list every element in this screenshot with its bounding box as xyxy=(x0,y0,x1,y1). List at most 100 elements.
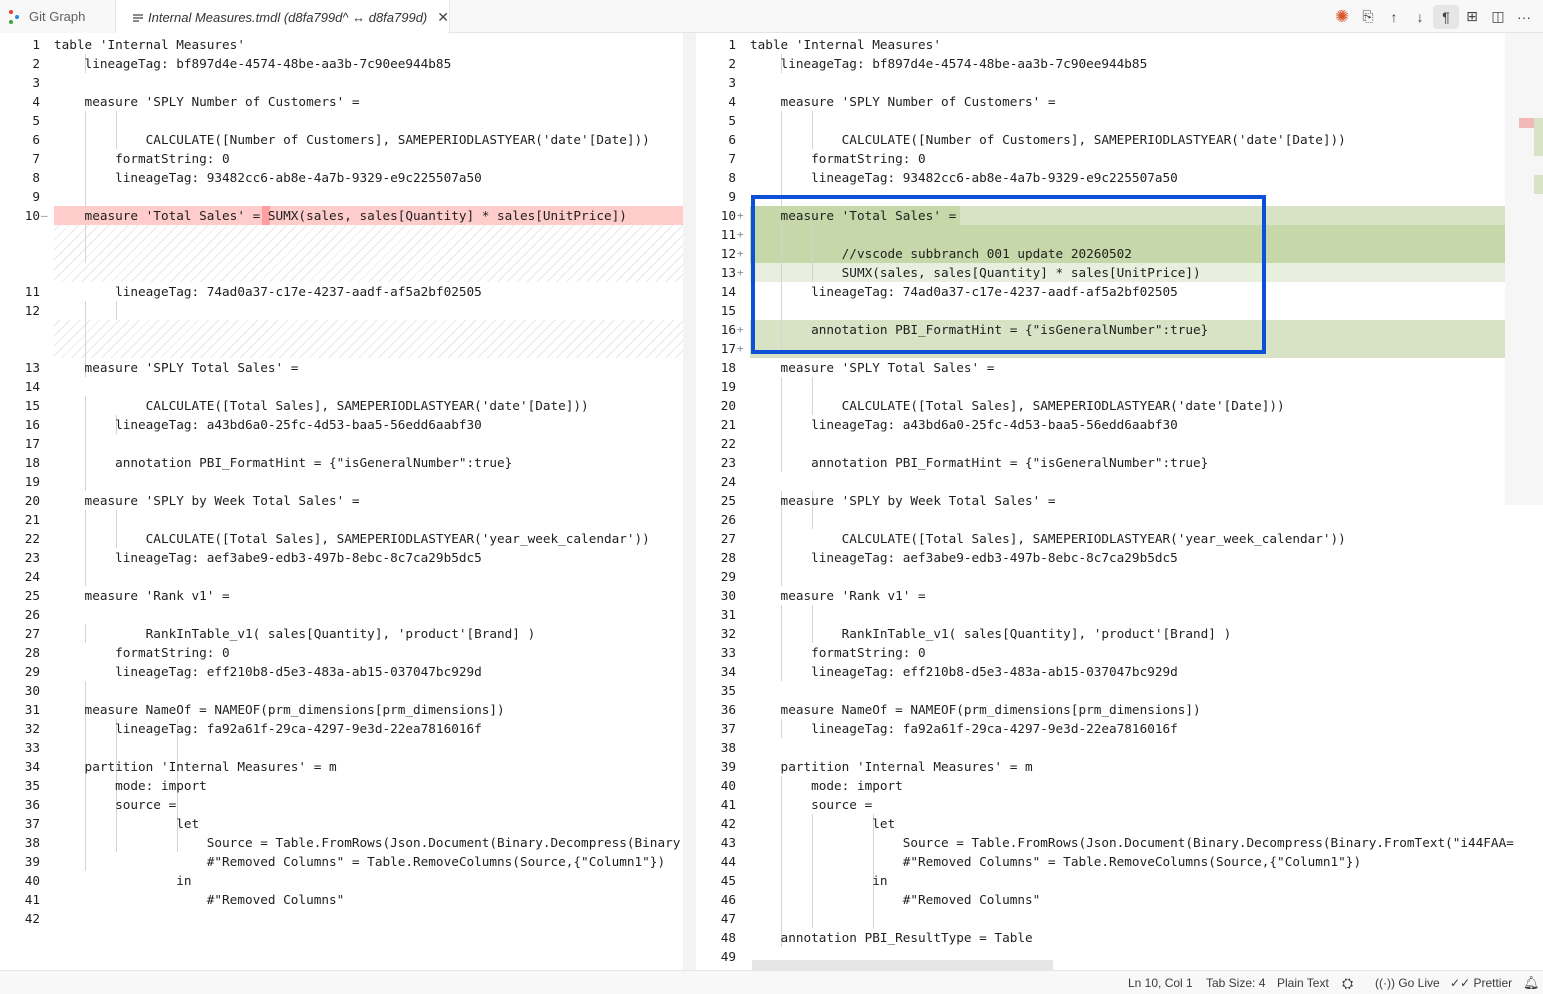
code-line[interactable]: formatString: 0 xyxy=(750,643,926,662)
code-line[interactable]: source = xyxy=(750,795,872,814)
code-line[interactable]: CALCULATE([Total Sales], SAMEPERIODLASTY… xyxy=(54,396,589,415)
line-number: 1 xyxy=(32,37,40,52)
code-line[interactable]: annotation PBI_ResultType = Table xyxy=(750,928,1033,947)
code-line[interactable]: #"Removed Columns" = Table.RemoveColumns… xyxy=(750,852,1361,871)
code-line[interactable]: CALCULATE([Total Sales], SAMEPERIODLASTY… xyxy=(750,529,1346,548)
code-line[interactable]: lineageTag: 74ad0a37-c17e-4237-aadf-af5a… xyxy=(54,282,482,301)
tab-size-indicator[interactable]: Tab Size: 4 xyxy=(1206,971,1265,994)
code-line[interactable]: lineageTag: eff210b8-d5e3-483a-ab15-0370… xyxy=(54,662,482,681)
code-line[interactable]: partition 'Internal Measures' = m xyxy=(54,757,337,776)
code-line[interactable]: annotation PBI_FormatHint = {"isGeneralN… xyxy=(54,453,512,472)
code-line[interactable]: measure 'SPLY Total Sales' = xyxy=(54,358,299,377)
code-line[interactable]: measure NameOf = NAMEOF(prm_dimensions[p… xyxy=(750,700,1201,719)
code-line[interactable]: formatString: 0 xyxy=(750,149,926,168)
line-number: 7 xyxy=(728,151,736,166)
code-line[interactable]: lineageTag: bf897d4e-4574-48be-aa3b-7c90… xyxy=(750,54,1148,73)
code-line[interactable]: in xyxy=(750,871,887,890)
added-line-marker: + xyxy=(737,247,744,260)
code-line[interactable]: #"Removed Columns" xyxy=(750,890,1041,909)
code-line[interactable]: measure 'SPLY by Week Total Sales' = xyxy=(54,491,360,510)
line-number: 23 xyxy=(720,455,736,470)
more-actions-icon[interactable]: ··· xyxy=(1511,5,1537,29)
code-line[interactable]: table 'Internal Measures' xyxy=(54,35,245,54)
code-line[interactable]: formatString: 0 xyxy=(54,643,230,662)
code-line[interactable]: RankInTable_v1( sales[Quantity], 'produc… xyxy=(54,624,536,643)
code-area-modified[interactable]: 1 table 'Internal Measures' 2 lineageTag: … xyxy=(696,33,1543,970)
code-line[interactable]: lineageTag: eff210b8-d5e3-483a-ab15-0370… xyxy=(750,662,1178,681)
added-line-marker: + xyxy=(737,323,744,336)
code-line[interactable]: #"Removed Columns" xyxy=(54,890,345,909)
line-number: 45 xyxy=(720,873,736,888)
code-line[interactable]: CALCULATE([Number of Customers], SAMEPER… xyxy=(750,130,1346,149)
line-number: 32 xyxy=(720,626,736,641)
code-line[interactable]: measure 'SPLY by Week Total Sales' = xyxy=(750,491,1056,510)
prettier-button[interactable]: ✓✓ Prettier xyxy=(1450,971,1512,994)
code-line[interactable]: CALCULATE([Total Sales], SAMEPERIODLASTY… xyxy=(54,529,650,548)
added-line-marker: + xyxy=(737,209,744,222)
code-line[interactable]: Source = Table.FromRows(Json.Document(Bi… xyxy=(750,833,1514,852)
indent-guide xyxy=(85,225,86,263)
open-file-icon[interactable]: ⎘ xyxy=(1355,5,1381,29)
horizontal-scrollbar[interactable] xyxy=(752,960,1053,970)
code-line[interactable]: mode: import xyxy=(54,776,207,795)
code-line[interactable]: table 'Internal Measures' xyxy=(750,35,941,54)
code-line[interactable]: partition 'Internal Measures' = m xyxy=(750,757,1033,776)
code-line[interactable]: measure 'Rank v1' = xyxy=(750,586,926,605)
go-live-button[interactable]: ((·)) Go Live xyxy=(1375,971,1440,994)
prev-change-icon[interactable]: ↑ xyxy=(1381,5,1407,29)
whitespace-toggle-icon[interactable]: ¶ xyxy=(1433,4,1459,29)
code-line[interactable]: RankInTable_v1( sales[Quantity], 'produc… xyxy=(750,624,1232,643)
diff-overview-sash[interactable] xyxy=(683,33,696,970)
code-line[interactable]: let xyxy=(54,814,199,833)
line-number: 40 xyxy=(720,778,736,793)
tab-git-graph[interactable]: Git Graph xyxy=(0,0,116,33)
line-number: 21 xyxy=(24,512,40,527)
line-number: 11 xyxy=(24,284,40,299)
cursor-position[interactable]: Ln 10, Col 1 xyxy=(1128,971,1193,994)
line-number: 29 xyxy=(24,664,40,679)
close-icon[interactable]: ✕ xyxy=(437,9,449,26)
code-line[interactable]: lineageTag: 93482cc6-ab8e-4a7b-9329-e9c2… xyxy=(750,168,1178,187)
line-number: 36 xyxy=(24,797,40,812)
line-number: 43 xyxy=(720,835,736,850)
code-line[interactable]: CALCULATE([Number of Customers], SAMEPER… xyxy=(54,130,650,149)
code-line[interactable]: measure 'SPLY Number of Customers' = xyxy=(750,92,1056,111)
split-editor-icon[interactable]: ◫ xyxy=(1485,5,1511,29)
code-line[interactable]: CALCULATE([Total Sales], SAMEPERIODLASTY… xyxy=(750,396,1285,415)
original-editor-pane[interactable]: 1 table 'Internal Measures' 2 lineageTag: … xyxy=(0,33,696,970)
language-mode[interactable]: Plain Text xyxy=(1277,971,1329,994)
copilot-icon[interactable]: ⛭ xyxy=(1342,971,1353,994)
line-number: 26 xyxy=(720,512,736,527)
code-line[interactable]: in xyxy=(54,871,191,890)
code-line[interactable]: lineageTag: bf897d4e-4574-48be-aa3b-7c90… xyxy=(54,54,452,73)
code-line[interactable]: annotation PBI_FormatHint = {"isGeneralN… xyxy=(750,453,1208,472)
code-line[interactable]: lineageTag: 93482cc6-ab8e-4a7b-9329-e9c2… xyxy=(54,168,482,187)
code-line[interactable]: let xyxy=(750,814,895,833)
bell-icon[interactable]: 🔔︎ xyxy=(1523,971,1540,994)
code-area-original[interactable]: 1 table 'Internal Measures' 2 lineageTag: … xyxy=(0,33,696,970)
code-line[interactable]: lineageTag: a43bd6a0-25fc-4d53-baa5-56ed… xyxy=(54,415,482,434)
tab-diff-internal-measures[interactable]: Internal Measures.tmdl (d8fa799d^ ↔ d8fa… xyxy=(116,0,450,34)
code-line[interactable]: lineageTag: fa92a61f-29ca-4297-9e3d-22ea… xyxy=(750,719,1178,738)
added-line-marker: + xyxy=(737,266,744,279)
code-line[interactable]: formatString: 0 xyxy=(54,149,230,168)
line-number: 24 xyxy=(24,569,40,584)
code-line[interactable]: mode: import xyxy=(750,776,903,795)
code-line[interactable]: measure 'SPLY Total Sales' = xyxy=(750,358,995,377)
inline-view-icon[interactable]: ⊞ xyxy=(1459,5,1485,29)
code-line[interactable]: measure 'SPLY Number of Customers' = xyxy=(54,92,360,111)
code-line[interactable]: source = xyxy=(54,795,176,814)
minimap[interactable] xyxy=(1505,33,1543,505)
code-line[interactable]: lineageTag: aef3abe9-edb3-497b-8ebc-8c7c… xyxy=(750,548,1178,567)
code-line[interactable]: lineageTag: fa92a61f-29ca-4297-9e3d-22ea… xyxy=(54,719,482,738)
code-line[interactable]: lineageTag: a43bd6a0-25fc-4d53-baa5-56ed… xyxy=(750,415,1178,434)
code-line[interactable]: #"Removed Columns" = Table.RemoveColumns… xyxy=(54,852,665,871)
modified-editor-pane[interactable]: 1 table 'Internal Measures' 2 lineageTag: … xyxy=(696,33,1543,970)
next-change-icon[interactable]: ↓ xyxy=(1407,5,1433,29)
code-line[interactable]: measure 'Total Sales' = SUMX(sales, sale… xyxy=(54,206,627,225)
code-line[interactable]: lineageTag: aef3abe9-edb3-497b-8ebc-8c7c… xyxy=(54,548,482,567)
code-line[interactable]: measure NameOf = NAMEOF(prm_dimensions[p… xyxy=(54,700,505,719)
code-line[interactable]: Source = Table.FromRows(Json.Document(Bi… xyxy=(54,833,696,852)
code-line[interactable]: measure 'Rank v1' = xyxy=(54,586,230,605)
star-icon[interactable]: ✺ xyxy=(1329,5,1355,29)
